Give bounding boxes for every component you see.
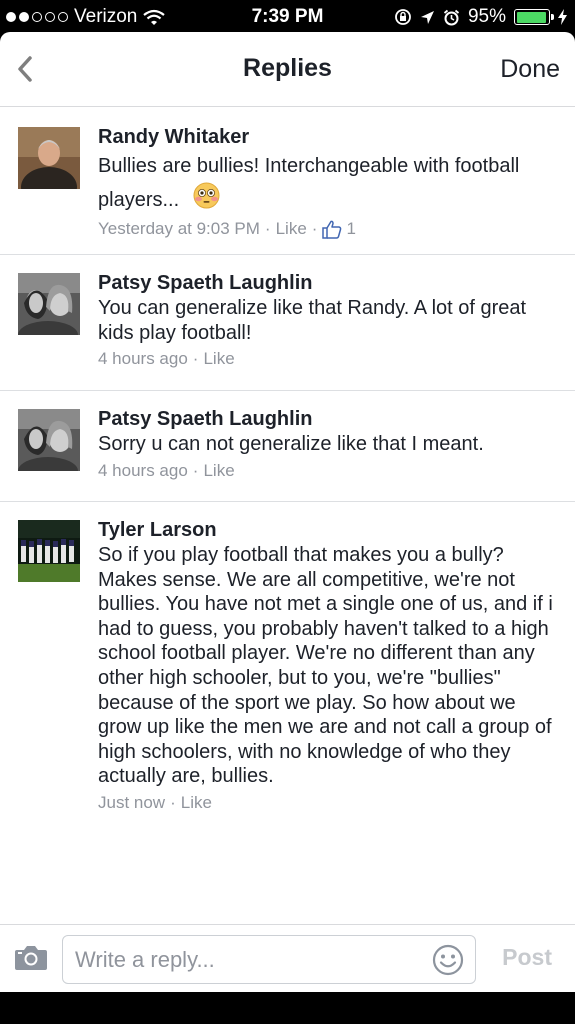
chevron-left-icon <box>18 56 32 82</box>
like-link[interactable]: Like <box>203 461 234 481</box>
like-count-number: 1 <box>346 219 356 238</box>
comment-timestamp[interactable]: Just now <box>98 793 165 813</box>
charging-icon <box>558 9 567 25</box>
comment-body: Tyler Larson So if you play football tha… <box>98 502 575 813</box>
reply-input[interactable] <box>62 935 476 984</box>
comment-text-content: Bullies are bullies! Interchangeable wit… <box>98 155 520 211</box>
comment-meta: Just now · Like <box>98 793 561 813</box>
comment-text: Bullies are bullies! Interchangeable wit… <box>98 150 561 219</box>
status-right: 95% <box>394 6 567 28</box>
thumbs-up-icon <box>322 220 342 239</box>
comment-author[interactable]: Tyler Larson <box>98 517 561 543</box>
battery-fill <box>516 11 546 23</box>
battery-icon <box>514 9 554 25</box>
meta-separator: · <box>311 219 318 238</box>
carrier-name: Verizon <box>74 6 138 27</box>
comment-body: Patsy Spaeth Laughlin Sorry u can not ge… <box>98 391 575 481</box>
like-link[interactable]: Like <box>203 349 234 369</box>
status-left: Verizon <box>6 6 166 28</box>
avatar[interactable] <box>18 273 80 335</box>
comment-item: Randy Whitaker Bullies are bullies! Inte… <box>0 107 575 255</box>
comment-text: So if you play football that makes you a… <box>98 544 553 788</box>
comment-author[interactable]: Patsy Spaeth Laughlin <box>98 270 561 296</box>
comment-meta: 4 hours ago · Like <box>98 349 561 369</box>
status-bar: Verizon 7:39 PM 95% <box>0 0 575 33</box>
comment-item: Tyler Larson So if you play football tha… <box>0 502 575 813</box>
comment-timestamp[interactable]: 4 hours ago <box>98 349 188 369</box>
avatar[interactable] <box>18 127 80 189</box>
page-title: Replies <box>243 54 332 82</box>
nav-bar: Replies Done <box>0 32 575 107</box>
post-button[interactable]: Post <box>502 944 552 971</box>
back-button[interactable] <box>12 52 42 86</box>
comment-timestamp[interactable]: Yesterday at 9:03 PM <box>98 219 260 239</box>
emoji-button[interactable] <box>432 944 464 981</box>
reply-composer: Post <box>0 924 575 992</box>
smiley-icon <box>432 944 464 976</box>
like-link[interactable]: Like <box>276 219 307 239</box>
comment-text: Sorry u can not generalize like that I m… <box>98 433 484 455</box>
comment-body: Patsy Spaeth Laughlin You can generalize… <box>98 255 575 369</box>
avatar[interactable] <box>18 520 80 582</box>
camera-button[interactable] <box>14 943 48 976</box>
comment-item: Patsy Spaeth Laughlin You can generalize… <box>0 255 575 391</box>
like-count[interactable]: 1 <box>322 219 356 239</box>
comment-meta: Yesterday at 9:03 PM · Like · 1 <box>98 219 561 239</box>
meta-separator: · <box>192 460 199 480</box>
comment-author[interactable]: Patsy Spaeth Laughlin <box>98 406 561 432</box>
rotation-lock-icon <box>395 9 411 25</box>
bottom-black-bar <box>0 992 575 1024</box>
avatar[interactable] <box>18 409 80 471</box>
comment-text: You can generalize like that Randy. A lo… <box>98 297 527 344</box>
meta-separator: · <box>264 219 271 238</box>
flushed-face-emoji-icon <box>193 182 220 219</box>
camera-icon <box>15 946 47 970</box>
battery-percent: 95% <box>467 6 506 27</box>
comment-author[interactable]: Randy Whitaker <box>98 124 561 150</box>
comment-item: Patsy Spaeth Laughlin Sorry u can not ge… <box>0 391 575 502</box>
comment-body: Randy Whitaker Bullies are bullies! Inte… <box>98 107 575 239</box>
meta-separator: · <box>192 349 199 369</box>
location-icon <box>420 10 434 24</box>
alarm-icon <box>443 9 460 25</box>
signal-strength-icon <box>6 12 68 22</box>
replies-screen: Replies Done Randy Whitaker Bullies are … <box>0 32 575 992</box>
done-button[interactable]: Done <box>500 55 560 84</box>
comment-timestamp[interactable]: 4 hours ago <box>98 461 188 481</box>
like-link[interactable]: Like <box>181 793 212 813</box>
wifi-icon <box>143 9 166 25</box>
comment-meta: 4 hours ago · Like <box>98 461 561 481</box>
meta-separator: · <box>170 792 176 812</box>
